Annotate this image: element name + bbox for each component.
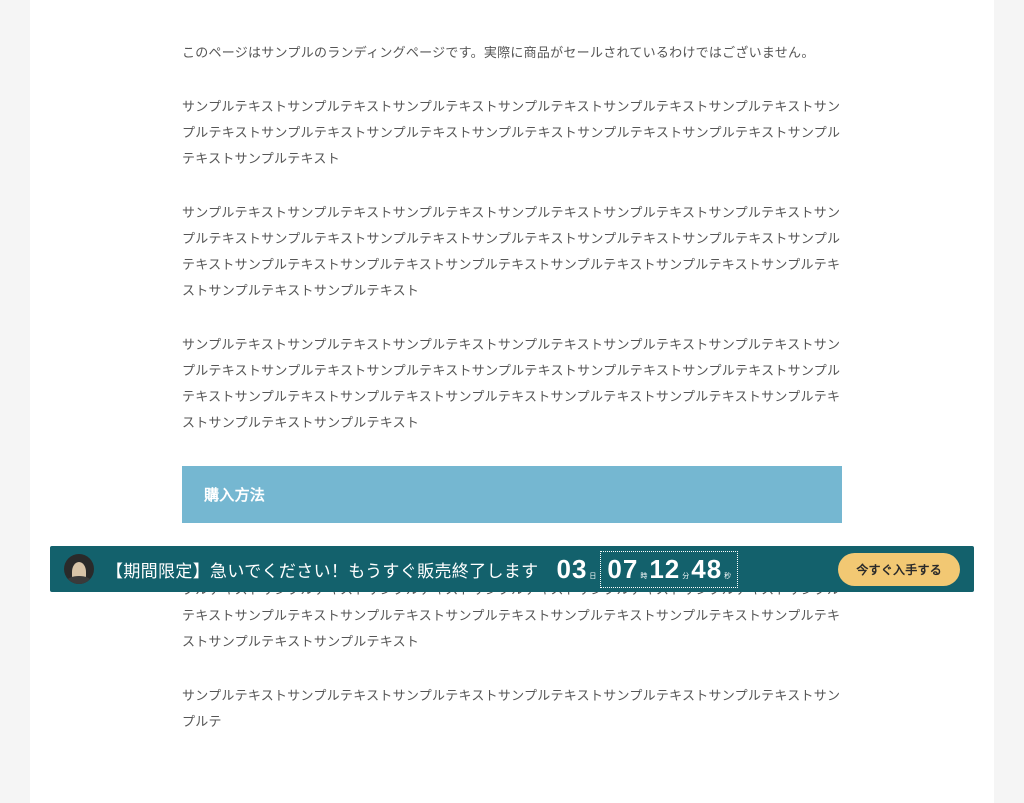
countdown-hours-value: 07 bbox=[607, 554, 638, 585]
cta-button[interactable]: 今すぐ入手する bbox=[838, 553, 960, 586]
countdown-timer: 03 日 07 時 12 分 48 秒 bbox=[556, 551, 738, 588]
countdown-bar: 【期間限定】急いでください！もうすぐ販売終了します 03 日 07 時 12 分… bbox=[50, 546, 974, 592]
section-heading-purchase-method: 購入方法 bbox=[182, 466, 842, 523]
countdown-hours-unit: 時 bbox=[640, 571, 647, 585]
page-wrapper: このページはサンプルのランディングページです。実際に商品がセールされているわけで… bbox=[30, 0, 994, 803]
countdown-minutes-value: 12 bbox=[649, 554, 680, 585]
countdown-seconds-unit: 秒 bbox=[724, 571, 731, 585]
countdown-days-unit: 日 bbox=[589, 571, 596, 585]
sample-paragraph: サンプルテキストサンプルテキストサンプルテキストサンプルテキストサンプルテキスト… bbox=[182, 94, 842, 172]
countdown-minutes-unit: 分 bbox=[682, 571, 689, 585]
countdown-seconds-value: 48 bbox=[691, 554, 722, 585]
countdown-days: 03 日 bbox=[556, 554, 596, 585]
notice-text: このページはサンプルのランディングページです。実際に商品がセールされているわけで… bbox=[182, 40, 842, 66]
countdown-hms: 07 時 12 分 48 秒 bbox=[600, 551, 738, 588]
sample-paragraph: サンプルテキストサンプルテキストサンプルテキストサンプルテキストサンプルテキスト… bbox=[182, 332, 842, 436]
sample-paragraph: サンプルテキストサンプルテキストサンプルテキストサンプルテキストサンプルテキスト… bbox=[182, 200, 842, 304]
content-area: このページはサンプルのランディングページです。実際に商品がセールされているわけで… bbox=[162, 40, 862, 735]
countdown-days-value: 03 bbox=[556, 554, 587, 585]
sample-paragraph: サンプルテキストサンプルテキストサンプルテキストサンプルテキストサンプルテキスト… bbox=[182, 683, 842, 735]
avatar bbox=[64, 554, 94, 584]
bar-message: 【期間限定】急いでください！もうすぐ販売終了します bbox=[106, 557, 538, 582]
